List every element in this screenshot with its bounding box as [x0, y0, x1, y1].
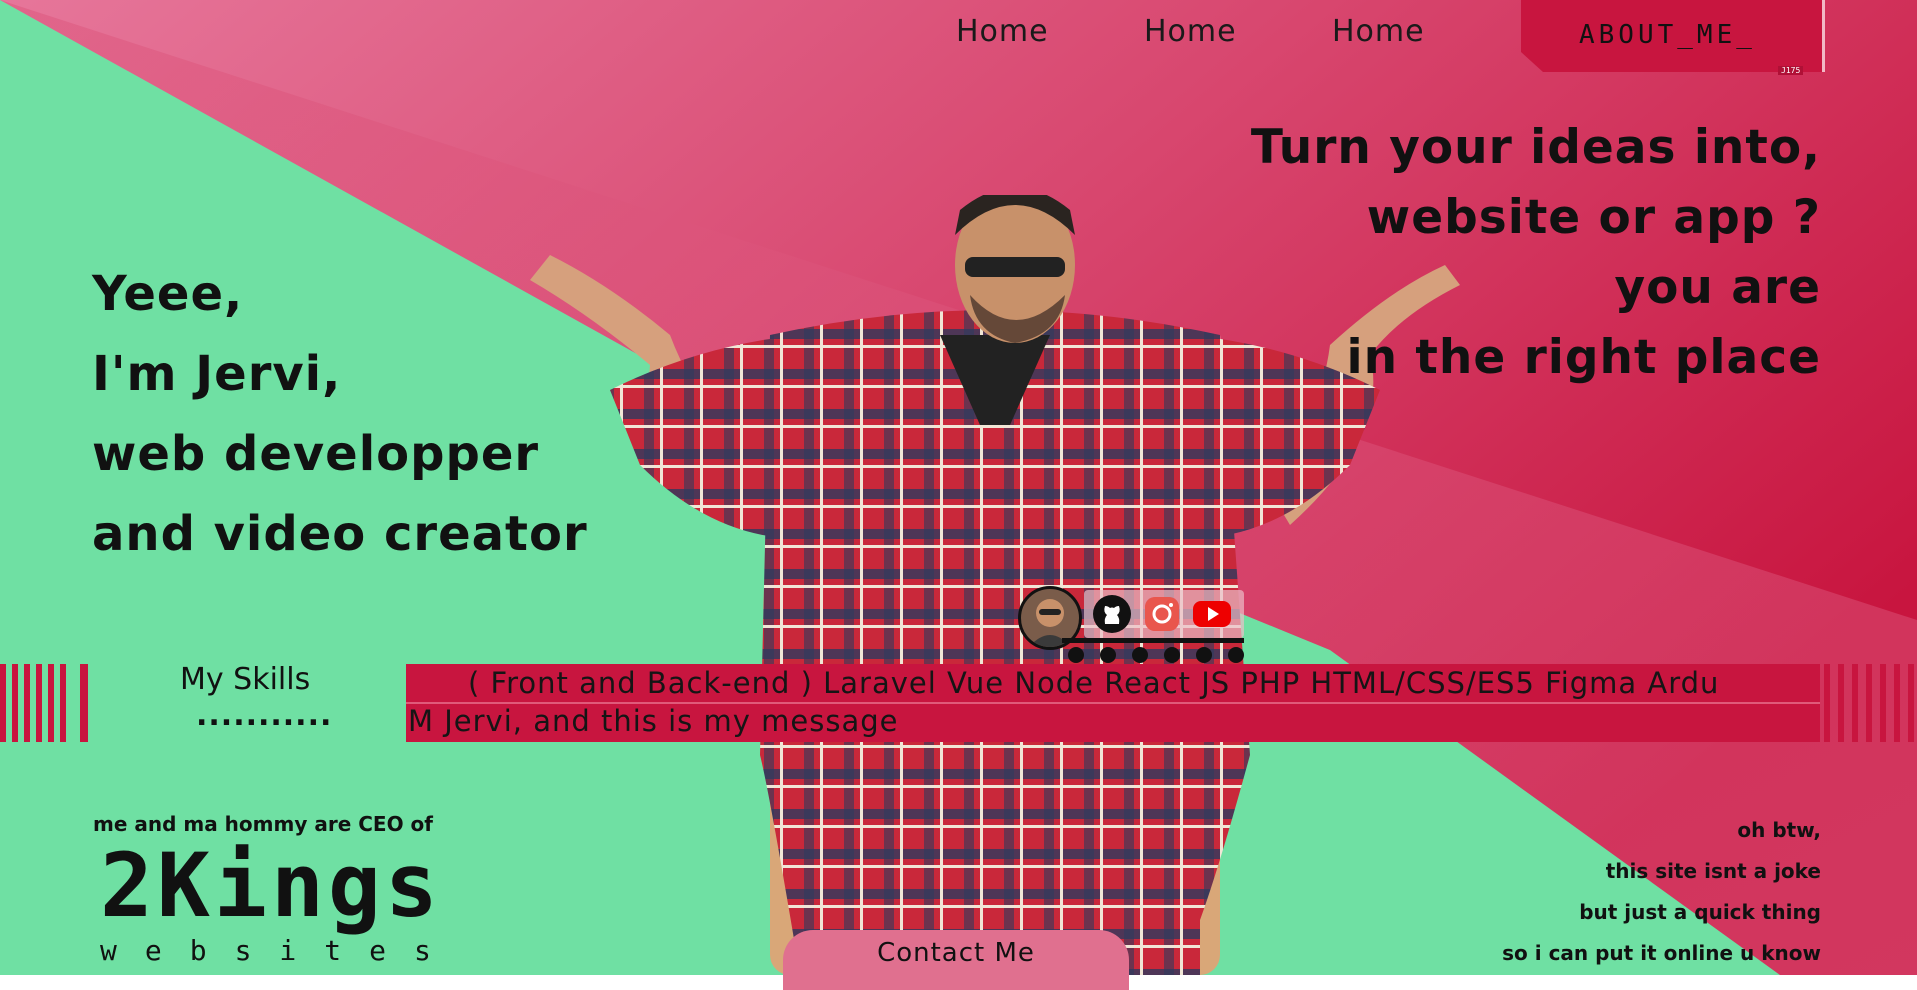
pager-dot[interactable]: [1068, 647, 1084, 663]
btw-line-4: so i can put it online u know: [1502, 941, 1821, 965]
stripes-right: [1824, 664, 1914, 742]
about-tag: J175: [1778, 66, 1804, 75]
btw-line-1: oh btw,: [1737, 818, 1821, 842]
about-divider: [1822, 0, 1825, 72]
nav-home-2[interactable]: Home: [1144, 14, 1237, 49]
ceo-text: me and ma hommy are CEO of: [93, 812, 433, 836]
pitch-line-1: Turn your ideas into,: [1250, 120, 1821, 175]
brand-subtitle: websites: [100, 934, 459, 967]
intro-line-3: web developper: [92, 426, 540, 482]
contact-me-button[interactable]: Contact Me: [783, 930, 1129, 990]
github-icon[interactable]: [1092, 594, 1132, 634]
intro-line-1: Yeee,: [92, 266, 244, 322]
about-me-label: ABOUT_ME_: [1579, 20, 1756, 50]
skills-ticker: ( Front and Back-end ) Laravel Vue Node …: [406, 664, 1820, 742]
about-me-button[interactable]: ABOUT_ME_: [1521, 0, 1825, 72]
btw-line-2: this site isnt a joke: [1605, 859, 1821, 883]
skills-dots: ...........: [196, 698, 333, 733]
brand-logo-text[interactable]: 2Kings: [100, 842, 442, 930]
skills-ticker-row-1: ( Front and Back-end ) Laravel Vue Node …: [468, 666, 1720, 700]
nav-home-1[interactable]: Home: [956, 14, 1049, 49]
nav-home-3[interactable]: Home: [1332, 14, 1425, 49]
btw-line-3: but just a quick thing: [1579, 900, 1821, 924]
pitch-line-4: in the right place: [1346, 330, 1821, 385]
intro-line-4: and video creator: [92, 506, 588, 562]
pager-dot[interactable]: [1164, 647, 1180, 663]
pager-dot[interactable]: [1228, 647, 1244, 663]
pager-dot[interactable]: [1196, 647, 1212, 663]
pitch-line-3: you are: [1614, 260, 1821, 315]
stripes-left: [0, 664, 88, 742]
hero-person-image: [530, 195, 1460, 975]
dots-bar: [1062, 638, 1244, 643]
intro-line-2: I'm Jervi,: [92, 346, 342, 402]
skills-title: My Skills: [180, 662, 311, 697]
youtube-icon[interactable]: [1192, 594, 1232, 634]
skills-ticker-row-2: M Jervi, and this is my message: [408, 704, 899, 738]
pager-dot[interactable]: [1132, 647, 1148, 663]
instagram-icon[interactable]: [1142, 594, 1182, 634]
pitch-line-2: website or app ?: [1366, 190, 1821, 245]
pager-dot[interactable]: [1100, 647, 1116, 663]
